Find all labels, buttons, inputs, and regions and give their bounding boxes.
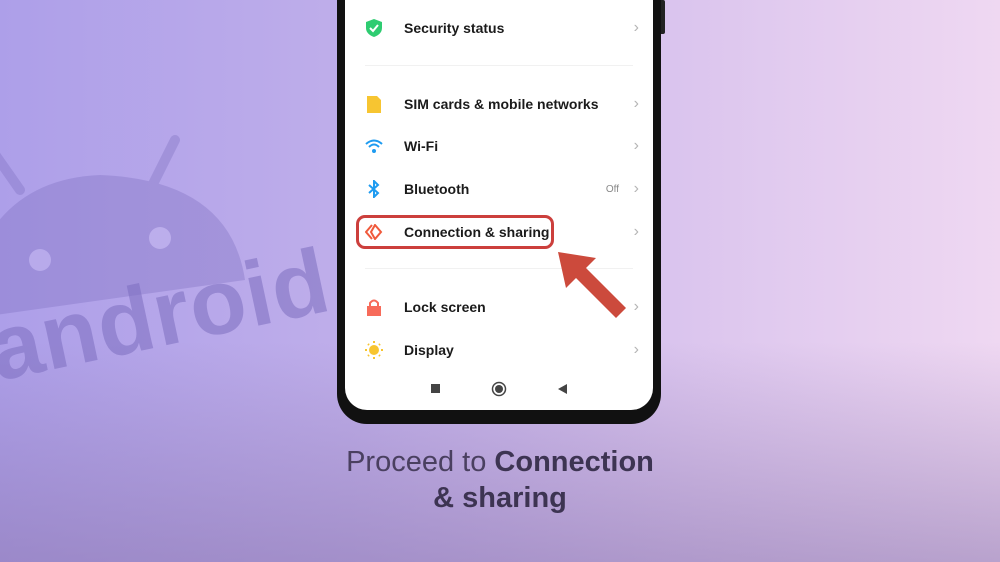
pointer-arrow-icon <box>558 252 626 318</box>
back-button[interactable] <box>558 384 567 394</box>
settings-item-display[interactable]: Display › <box>345 330 653 370</box>
chevron-right-icon: › <box>633 137 639 154</box>
shield-check-icon <box>365 19 383 37</box>
phone-side-button <box>661 0 665 34</box>
lock-icon <box>365 298 383 316</box>
wifi-icon <box>365 137 383 155</box>
settings-item-sim-cards[interactable]: SIM cards & mobile networks › <box>345 84 653 124</box>
chevron-right-icon: › <box>633 341 639 358</box>
chevron-right-icon: › <box>633 298 639 315</box>
chevron-right-icon: › <box>633 95 639 112</box>
caption-line-2: & sharing <box>433 482 567 514</box>
chevron-right-icon: › <box>633 19 639 36</box>
settings-item-security-status[interactable]: Security status › <box>345 8 653 48</box>
sim-card-icon <box>365 95 383 113</box>
settings-item-wifi[interactable]: Wi-Fi › <box>345 126 653 166</box>
chevron-right-icon: › <box>633 180 639 197</box>
settings-screen: Security status › SIM cards & mobile net… <box>345 0 653 410</box>
recents-button[interactable] <box>431 384 440 393</box>
bluetooth-status: Off <box>605 183 619 195</box>
bluetooth-icon <box>365 180 383 198</box>
divider <box>365 65 633 66</box>
settings-item-bluetooth[interactable]: Bluetooth Off › <box>345 169 653 209</box>
phone-frame: Security status › SIM cards & mobile net… <box>337 0 661 424</box>
highlight-box <box>356 215 554 249</box>
sun-icon <box>365 341 383 359</box>
navigation-bar <box>345 376 653 410</box>
chevron-right-icon: › <box>633 223 639 240</box>
caption-line-1: Proceed to Connection <box>346 446 654 478</box>
home-button[interactable] <box>491 381 507 397</box>
